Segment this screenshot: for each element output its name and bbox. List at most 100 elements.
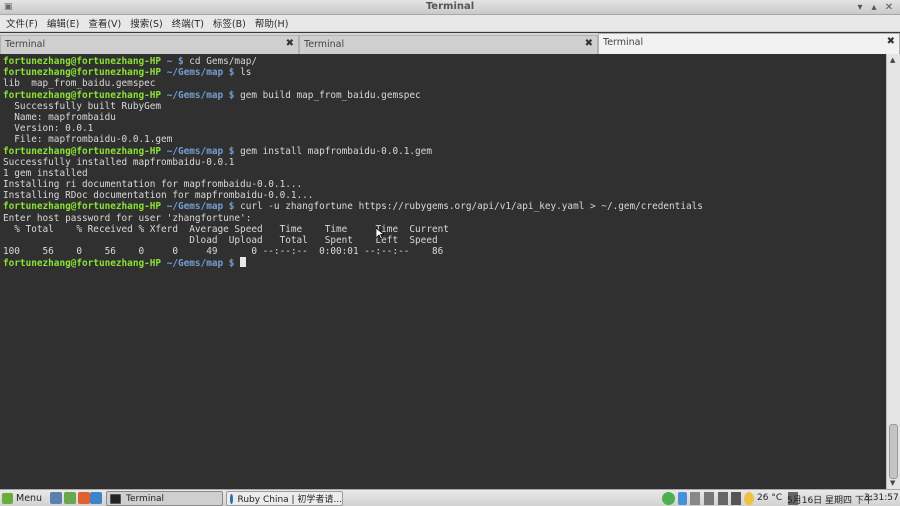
browser-launcher-icon[interactable] [78,492,90,504]
prompt-path: ~ $ [161,56,184,67]
menu-file[interactable]: 文件(F) [6,16,38,30]
terminal-scrollbar[interactable]: ▲ ▼ [886,54,900,489]
window-title: Terminal [425,1,475,12]
line-text: Dload Upload Total Spent Left Speed [3,235,438,246]
tab-close-icon[interactable]: ✖ [887,36,895,47]
tab-close-icon[interactable]: ✖ [286,38,294,49]
taskbar-window-label: Terminal [126,493,165,504]
line-text: 1 gem installed [3,167,88,179]
prompt-user: fortunezhang@fortunezhang-HP [3,56,162,67]
menu-bar: 文件(F) 编辑(E) 查看(V) 搜索(S) 终端(T) 标签(B) 帮助(H… [0,15,900,32]
line-text: lib map_from_baidu.gemspec [3,78,156,90]
menu-edit[interactable]: 编辑(E) [47,16,79,30]
output-line: Successfully built RubyGem [3,101,886,112]
menu-terminal[interactable]: 终端(T) [172,16,204,30]
date-label[interactable]: 5月16日 星期四 下午 [787,493,873,506]
clock-label[interactable]: 3:31:57 [864,493,899,503]
taskbar: Menu Terminal Ruby China | 初学者请... 26 °C… [0,489,900,506]
line-text: ls [234,67,252,79]
menu-help[interactable]: 帮助(H) [255,16,289,30]
terminal-icon [110,493,121,504]
prompt-user: fortunezhang@fortunezhang-HP [3,145,162,157]
tab-terminal-2[interactable]: Terminal ✖ [299,35,598,54]
maximize-icon[interactable]: ▴ [868,1,880,14]
line-text: Name: mapfrombaidu [3,111,116,123]
prompt-line: fortunezhang@fortunezhang-HP ~ $ cd Gems… [3,56,886,67]
tab-label: Terminal [603,37,644,48]
line-text: Successfully installed mapfrombaidu-0.0.… [3,156,235,168]
output-line: % Total % Received % Xferd Average Speed… [3,224,886,235]
text-cursor [240,257,247,268]
output-line: Name: mapfrombaidu [3,112,886,123]
weather-icon[interactable] [744,492,754,505]
output-line: lib map_from_baidu.gemspec [3,78,886,89]
mint-logo-icon [2,493,13,504]
mouse-pointer-icon [376,228,384,239]
scroll-down-icon[interactable]: ▼ [890,479,895,487]
app-launcher-icon[interactable] [90,492,102,504]
line-text: 100 56 0 56 0 0 49 0 --:--:-- 0:00:01 --… [3,246,444,258]
output-line: Successfully installed mapfrombaidu-0.0.… [3,157,886,168]
prompt-path: ~/Gems/map $ [161,201,235,213]
menu-view[interactable]: 查看(V) [88,16,121,30]
prompt-line: fortunezhang@fortunezhang-HP ~/Gems/map … [3,257,886,270]
tab-close-icon[interactable]: ✖ [585,38,593,49]
volume-icon[interactable] [731,492,741,505]
line-text: Version: 0.0.1 [3,123,94,135]
output-line: File: mapfrombaidu-0.0.1.gem [3,134,886,145]
update-manager-icon[interactable] [662,492,675,505]
output-line: Installing RDoc documentation for mapfro… [3,190,886,201]
close-icon[interactable]: ✕ [883,1,895,14]
line-text: Installing ri documentation for mapfromb… [3,179,303,191]
line-text: cd Gems/map/ [183,56,257,67]
scroll-thumb[interactable] [889,424,898,479]
scroll-up-icon[interactable]: ▲ [890,56,895,64]
line-text: Installing RDoc documentation for mapfro… [3,190,314,202]
line-text: File: mapfrombaidu-0.0.1.gem [3,134,173,146]
prompt-path: ~/Gems/map $ [161,67,235,79]
line-text: gem install mapfrombaidu-0.0.1.gem [234,145,432,157]
taskbar-window-label: Ruby China | 初学者请... [237,495,343,505]
prompt-line: fortunezhang@fortunezhang-HP ~/Gems/map … [3,146,886,157]
tab-terminal-1[interactable]: Terminal ✖ [0,35,299,54]
browser-icon [230,493,233,504]
line-text: curl -u zhangfortune https://rubygems.or… [234,201,703,213]
prompt-line: fortunezhang@fortunezhang-HP ~/Gems/map … [3,90,886,101]
prompt-user: fortunezhang@fortunezhang-HP [3,201,162,213]
file-manager-icon[interactable] [64,492,76,504]
tab-label: Terminal [304,39,345,50]
temperature-label[interactable]: 26 °C [757,493,782,503]
output-line: 1 gem installed [3,168,886,179]
start-menu-label: Menu [16,493,43,504]
output-line: Installing ri documentation for mapfromb… [3,179,886,190]
prompt-path: ~/Gems/map $ [161,258,235,270]
line-text: gem build map_from_baidu.gemspec [234,89,421,101]
prompt-line: fortunezhang@fortunezhang-HP ~/Gems/map … [3,67,886,78]
output-line: Version: 0.0.1 [3,123,886,134]
line-text: Enter host password for user 'zhangfortu… [3,212,252,224]
menu-search[interactable]: 搜索(S) [130,16,162,30]
taskbar-window-browser[interactable]: Ruby China | 初学者请... [226,491,343,506]
network-icon[interactable] [718,492,728,505]
taskbar-window-terminal[interactable]: Terminal [106,491,223,506]
tab-label: Terminal [5,39,46,50]
clipboard-icon[interactable] [704,492,714,505]
minimize-icon[interactable]: ▾ [854,1,866,14]
prompt-line: fortunezhang@fortunezhang-HP ~/Gems/map … [3,201,886,212]
tab-terminal-3[interactable]: Terminal ✖ [598,33,900,54]
show-desktop-icon[interactable] [50,492,62,504]
start-menu-button[interactable]: Menu [2,491,42,506]
prompt-path: ~/Gems/map $ [161,89,235,101]
output-line: 100 56 0 56 0 0 49 0 --:--:-- 0:00:01 --… [3,246,886,257]
window-titlebar[interactable]: ▣ Terminal ▾ ▴ ✕ [0,0,900,15]
prompt-user: fortunezhang@fortunezhang-HP [3,89,162,101]
output-line: Enter host password for user 'zhangfortu… [3,213,886,224]
menu-tabs[interactable]: 标签(B) [213,16,246,30]
prompt-user: fortunezhang@fortunezhang-HP [3,67,162,79]
output-line: Dload Upload Total Spent Left Speed [3,235,886,246]
terminal-output[interactable]: fortunezhang@fortunezhang-HP ~ $ cd Gems… [0,54,886,489]
tab-bar: Terminal ✖ Terminal ✖ Terminal ✖ [0,33,900,54]
bluetooth-icon[interactable] [678,492,687,505]
line-text: Successfully built RubyGem [3,100,162,112]
keyboard-icon[interactable] [690,492,700,505]
